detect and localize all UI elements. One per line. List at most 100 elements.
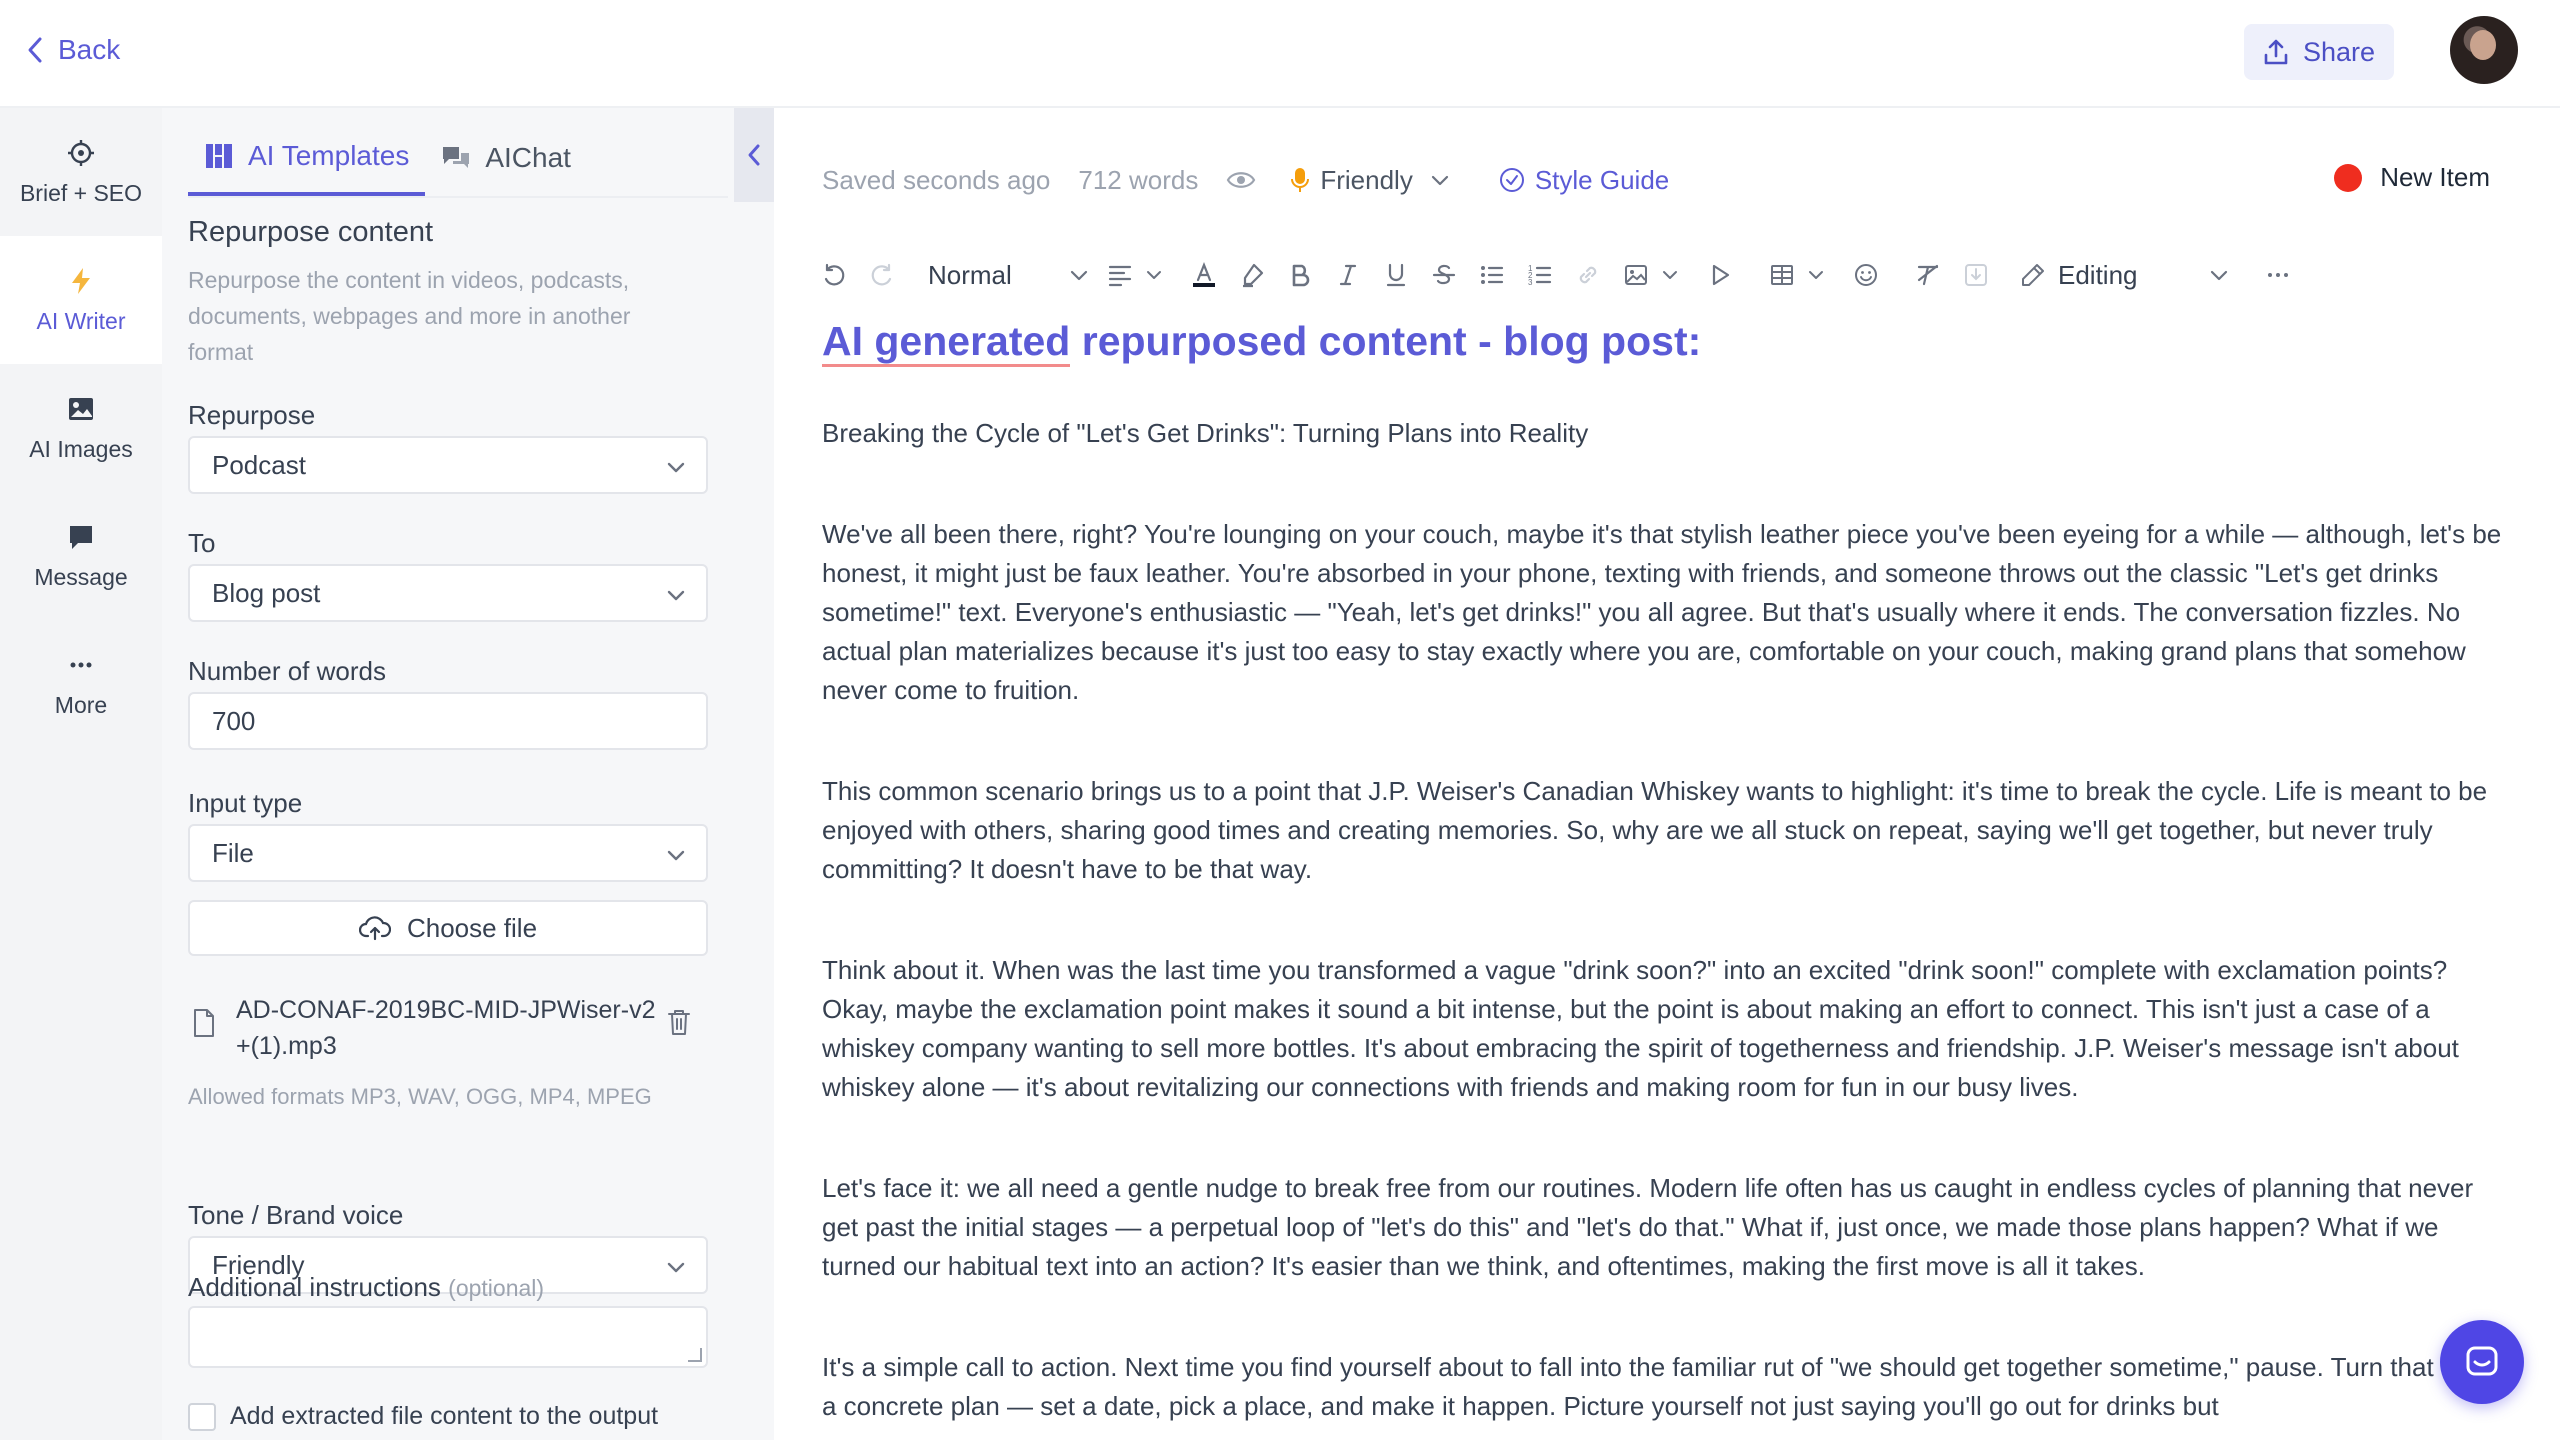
- to-label: To: [188, 528, 216, 558]
- back-button[interactable]: Back: [26, 34, 120, 66]
- underline-button[interactable]: [1372, 251, 1420, 299]
- input-type-value: File: [212, 837, 254, 868]
- editor-area: Saved seconds ago 712 words Friendly Sty…: [774, 108, 2560, 1440]
- extract-content-checkbox[interactable]: [188, 1402, 216, 1431]
- extract-content-option[interactable]: Add extracted file content to the output: [188, 1402, 658, 1431]
- check-circle-icon: [1499, 168, 1524, 192]
- format-toolbar: Normal 123 Editing: [810, 246, 2530, 304]
- choose-file-button[interactable]: Choose file: [188, 900, 708, 956]
- undo-icon: [824, 263, 845, 286]
- rail-item-ai-writer[interactable]: AI Writer: [0, 236, 162, 364]
- image-button[interactable]: [1612, 251, 1660, 299]
- tab-label: AI Templates: [248, 140, 410, 171]
- words-input[interactable]: 700: [188, 692, 708, 750]
- additional-label-text: Additional instructions: [188, 1272, 441, 1302]
- chevron-left-icon: [748, 144, 760, 166]
- more-options-button[interactable]: [2254, 251, 2302, 299]
- document-body[interactable]: AI generated repurposed content - blog p…: [822, 304, 2502, 1426]
- to-value: Blog post: [212, 577, 321, 608]
- italic-button[interactable]: [1324, 251, 1372, 299]
- table-button[interactable]: [1758, 251, 1806, 299]
- repurpose-select[interactable]: Podcast: [188, 436, 708, 494]
- record-dot-icon: [2334, 163, 2363, 192]
- block-style-value: Normal: [928, 259, 1012, 290]
- input-type-label: Input type: [188, 788, 303, 818]
- tone-dropdown[interactable]: Friendly: [1290, 165, 1450, 196]
- table-dropdown[interactable]: [1806, 251, 1828, 299]
- top-header: Back Share: [0, 0, 2560, 108]
- video-button[interactable]: [1696, 251, 1744, 299]
- grid-icon: [206, 144, 232, 168]
- clear-format-button[interactable]: [1904, 251, 1952, 299]
- rail-label: AI Writer: [36, 307, 126, 334]
- strikethrough-icon: [1432, 264, 1456, 285]
- rail-item-more[interactable]: More: [0, 620, 162, 748]
- file-name: AD-CONAF-2019BC-MID-JPWiser-v2+(1).mp3: [236, 996, 656, 1060]
- underline-icon: [1386, 263, 1406, 287]
- pencil-icon: [2022, 264, 2044, 286]
- undo-button[interactable]: [810, 251, 858, 299]
- paragraph: Think about it. When was the last time y…: [822, 955, 2459, 1102]
- optional-tag: (optional): [448, 1275, 545, 1301]
- image-dropdown[interactable]: [1660, 251, 1682, 299]
- collapse-panel-button[interactable]: [734, 108, 774, 202]
- chat-support-button[interactable]: [2440, 1320, 2524, 1404]
- chevron-down-icon: [1663, 271, 1677, 279]
- templates-panel: AI Templates AIChat Repurpose content Re…: [162, 108, 774, 1440]
- template-title: Repurpose content: [188, 216, 434, 248]
- style-guide-label: Style Guide: [1534, 164, 1670, 195]
- highlight-button[interactable]: [1228, 251, 1276, 299]
- chevron-down-icon: [667, 590, 685, 601]
- bold-icon: [1292, 264, 1310, 287]
- paragraph: Breaking the Cycle of "Let's Get Drinks"…: [822, 418, 1589, 448]
- rail-item-ai-images[interactable]: AI Images: [0, 364, 162, 492]
- bold-button[interactable]: [1276, 251, 1324, 299]
- tab-aichat[interactable]: AIChat: [425, 120, 587, 196]
- highlighter-icon: [1243, 263, 1264, 288]
- import-button[interactable]: [1952, 251, 2000, 299]
- smiley-icon: [1855, 264, 1877, 286]
- strikethrough-button[interactable]: [1420, 251, 1468, 299]
- editing-mode-select[interactable]: Editing: [2020, 251, 2230, 299]
- text-color-button[interactable]: [1180, 251, 1228, 299]
- align-button[interactable]: [1096, 251, 1144, 299]
- new-item-button[interactable]: New Item: [2334, 162, 2490, 193]
- chevron-down-icon: [667, 850, 685, 861]
- word-count: 712 words: [1078, 164, 1199, 195]
- paragraph: Let's face it: we all need a gentle nudg…: [822, 1173, 2474, 1281]
- title-part-rest: repurposed content - blog post:: [1070, 318, 1702, 364]
- svg-text:3: 3: [1528, 278, 1533, 287]
- link-button[interactable]: [1564, 251, 1612, 299]
- rail-item-message[interactable]: Message: [0, 492, 162, 620]
- play-icon: [1712, 264, 1730, 286]
- paragraph: This common scenario brings us to a poin…: [822, 776, 2488, 884]
- checkbox-label: Add extracted file content to the output: [230, 1402, 659, 1430]
- style-guide-link[interactable]: Style Guide: [1499, 165, 1669, 196]
- additional-instructions-label: Additional instructions (optional): [188, 1272, 544, 1303]
- to-select[interactable]: Blog post: [188, 564, 708, 622]
- table-icon: [1771, 265, 1793, 285]
- numbered-list-button[interactable]: 123: [1516, 251, 1564, 299]
- allowed-formats: Allowed formats MP3, WAV, OGG, MP4, MPEG: [188, 1084, 652, 1109]
- redo-icon: [871, 263, 892, 286]
- editing-mode-value: Editing: [2058, 259, 2138, 290]
- tab-ai-templates[interactable]: AI Templates: [188, 120, 426, 196]
- redo-button[interactable]: [858, 251, 906, 299]
- emoji-button[interactable]: [1842, 251, 1890, 299]
- paragraph: It's a simple call to action. Next time …: [822, 1352, 2483, 1421]
- user-avatar[interactable]: [2450, 16, 2518, 84]
- template-description: Repurpose the content in videos, podcast…: [188, 267, 631, 365]
- chat-bubbles-icon: [443, 147, 470, 168]
- input-type-select[interactable]: File: [188, 824, 708, 882]
- eye-icon[interactable]: [1226, 168, 1256, 192]
- additional-instructions-textarea[interactable]: [188, 1306, 708, 1368]
- bullet-list-button[interactable]: [1468, 251, 1516, 299]
- align-dropdown[interactable]: [1144, 251, 1166, 299]
- bullet-list-icon: [1481, 266, 1504, 284]
- block-style-select[interactable]: Normal: [906, 251, 1096, 299]
- tab-label: AIChat: [485, 142, 571, 173]
- rail-item-brief-seo[interactable]: Brief + SEO: [0, 108, 162, 236]
- trash-icon[interactable]: [666, 1008, 692, 1036]
- repurpose-value: Podcast: [212, 449, 306, 480]
- share-button[interactable]: Share: [2244, 24, 2394, 80]
